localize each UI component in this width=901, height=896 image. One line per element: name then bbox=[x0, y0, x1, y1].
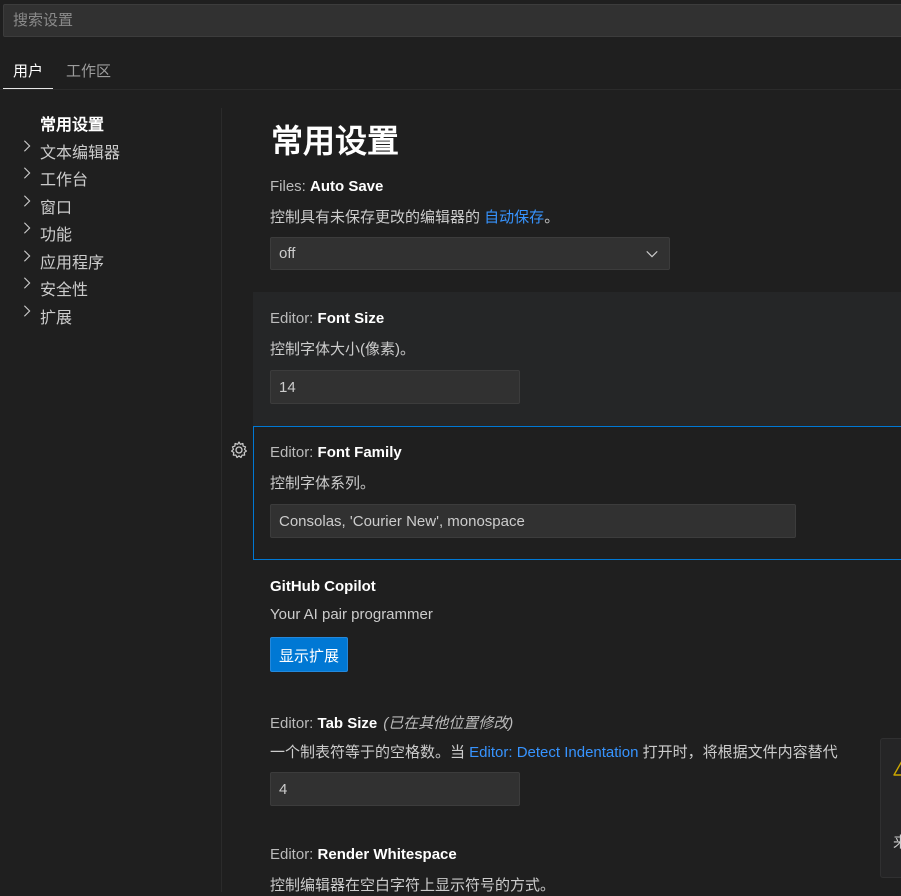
setting-title: Editor: Render Whitespace bbox=[270, 846, 457, 863]
setting-render-whitespace: Editor: Render Whitespace 控制编辑器在空白字符上显示符… bbox=[253, 836, 901, 896]
desc-text: 控制具有未保存更改的编辑器的 bbox=[270, 209, 485, 226]
toc-item-label: 文本编辑器 bbox=[40, 145, 121, 162]
notification-text: 来 bbox=[893, 834, 901, 851]
gear-icon[interactable] bbox=[229, 440, 249, 460]
setting-tab-size: Editor: Tab Size (已在其他位置修改) 一个制表符等于的空格数。当… bbox=[253, 700, 901, 820]
settings-editor: 常用设置 Files: Auto Save 控制具有未保存更改的编辑器的 自动保… bbox=[253, 108, 901, 894]
toc-item-workbench[interactable]: 工作台 bbox=[0, 163, 222, 189]
auto-save-value: off bbox=[279, 245, 296, 262]
toc-item-commonly-used[interactable]: 常用设置 bbox=[0, 108, 222, 134]
tab-size-input[interactable] bbox=[270, 772, 520, 806]
chevron-right-icon bbox=[23, 222, 31, 234]
setting-category: Files: bbox=[270, 178, 311, 195]
toc-item-label: 扩展 bbox=[40, 310, 73, 327]
auto-save-select[interactable]: off bbox=[270, 237, 670, 270]
auto-save-link[interactable]: 自动保存 bbox=[484, 209, 544, 226]
toc-item-text-editor[interactable]: 文本编辑器 bbox=[0, 136, 222, 162]
toc-item-features[interactable]: 功能 bbox=[0, 218, 222, 244]
toc-item-label: 应用程序 bbox=[40, 255, 105, 272]
setting-title: GitHub Copilot bbox=[270, 578, 376, 595]
chevron-right-icon bbox=[23, 277, 31, 289]
setting-title: Editor: Font Family bbox=[270, 444, 402, 461]
setting-name: Font Family bbox=[317, 444, 402, 461]
desc-text: 打开时，将根据文件内容替代 bbox=[638, 744, 838, 761]
toc-item-label: 窗口 bbox=[40, 200, 73, 217]
chevron-down-icon bbox=[646, 250, 658, 258]
search-input[interactable] bbox=[3, 4, 901, 37]
toc-item-label: 安全性 bbox=[40, 282, 89, 299]
scope-tabs: 用户 工作区 bbox=[0, 52, 901, 90]
setting-description: 控制字体大小(像素)。 bbox=[270, 341, 415, 358]
setting-font-family: Editor: Font Family 控制字体系列。 bbox=[253, 426, 901, 560]
setting-name: GitHub Copilot bbox=[270, 578, 376, 595]
toc-item-window[interactable]: 窗口 bbox=[0, 191, 222, 217]
setting-title: Editor: Tab Size (已在其他位置修改) bbox=[270, 712, 513, 733]
toc-item-label: 工作台 bbox=[40, 172, 89, 189]
settings-toc: 常用设置 文本编辑器 工作台 窗口 功能 应用程序 安全性 扩展 bbox=[0, 108, 222, 892]
warning-icon bbox=[893, 761, 901, 776]
detect-indentation-link[interactable]: Editor: Detect Indentation bbox=[469, 744, 638, 761]
toc-item-security[interactable]: 安全性 bbox=[0, 273, 222, 299]
setting-name: Font Size bbox=[317, 310, 385, 327]
setting-font-size: Editor: Font Size 控制字体大小(像素)。 bbox=[253, 292, 901, 426]
page-title: 常用设置 bbox=[271, 123, 400, 159]
chevron-right-icon bbox=[23, 140, 31, 152]
setting-copilot: GitHub Copilot Your AI pair programmer 显… bbox=[253, 564, 901, 684]
chevron-right-icon bbox=[23, 305, 31, 317]
chevron-right-icon bbox=[23, 167, 31, 179]
setting-title: Files: Auto Save bbox=[270, 178, 383, 195]
chevron-right-icon bbox=[23, 250, 31, 262]
setting-category: Editor: bbox=[270, 715, 318, 732]
tab-user[interactable]: 用户 bbox=[3, 52, 54, 89]
setting-description: 一个制表符等于的空格数。当 Editor: Detect Indentation… bbox=[270, 741, 838, 762]
setting-description: Your AI pair programmer bbox=[270, 606, 433, 623]
show-extension-button[interactable]: 显示扩展 bbox=[270, 637, 348, 672]
setting-auto-save: Files: Auto Save 控制具有未保存更改的编辑器的 自动保存。 of… bbox=[253, 170, 901, 290]
setting-category: Editor: bbox=[270, 846, 318, 863]
setting-category: Editor: bbox=[270, 310, 318, 327]
toc-item-application[interactable]: 应用程序 bbox=[0, 246, 222, 272]
desc-text: 。 bbox=[544, 209, 560, 226]
setting-name: Auto Save bbox=[310, 178, 384, 195]
chevron-right-icon bbox=[23, 195, 31, 207]
setting-name: Tab Size bbox=[317, 715, 378, 732]
desc-text: 一个制表符等于的空格数。当 bbox=[270, 744, 470, 761]
toc-item-label: 常用设置 bbox=[40, 117, 105, 134]
setting-name: Render Whitespace bbox=[317, 846, 457, 863]
font-size-input[interactable] bbox=[270, 370, 520, 404]
font-family-input[interactable] bbox=[270, 504, 796, 538]
modified-elsewhere-indicator[interactable]: (已在其他位置修改) bbox=[383, 715, 513, 732]
toc-item-label: 功能 bbox=[40, 227, 73, 244]
notification-toast[interactable]: 来 bbox=[880, 738, 901, 878]
setting-description: 控制具有未保存更改的编辑器的 自动保存。 bbox=[270, 206, 559, 227]
toc-item-extensions[interactable]: 扩展 bbox=[0, 301, 222, 327]
tab-workspace[interactable]: 工作区 bbox=[56, 52, 121, 89]
setting-title: Editor: Font Size bbox=[270, 310, 384, 327]
setting-description: 控制字体系列。 bbox=[270, 475, 376, 492]
setting-category: Editor: bbox=[270, 444, 318, 461]
